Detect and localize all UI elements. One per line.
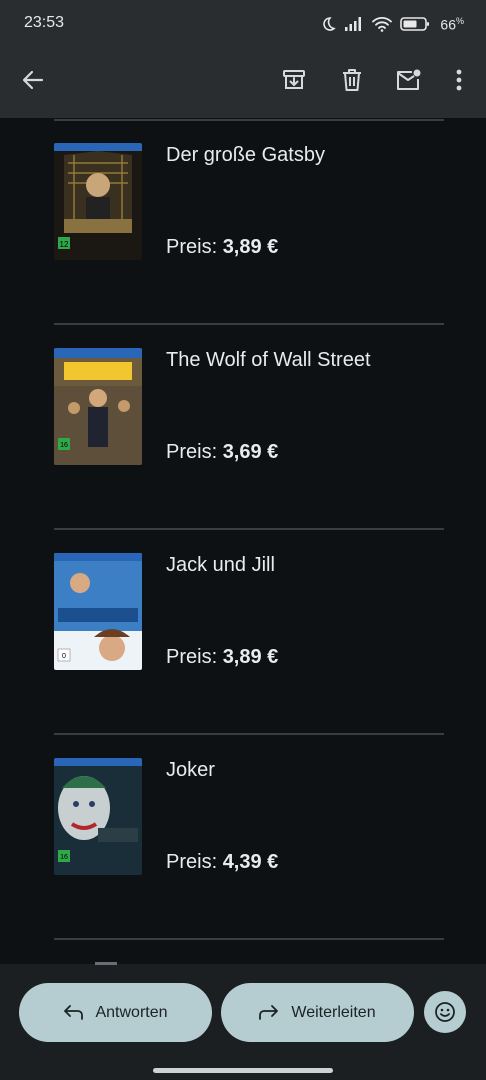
item-price: Preis: 3,89 €	[166, 646, 279, 668]
status-icons: 66%	[320, 12, 464, 36]
more-options-button[interactable]	[441, 62, 477, 98]
movie-cover-image: 0	[54, 553, 142, 670]
home-indicator[interactable]	[153, 1068, 333, 1073]
signal-icon	[345, 17, 362, 31]
reply-label: Antworten	[95, 1003, 168, 1021]
item-title: Jack und Jill	[166, 554, 275, 576]
item-title: Der große Gatsby	[166, 144, 325, 166]
forward-icon	[259, 1004, 279, 1020]
arrow-back-icon	[22, 70, 44, 90]
divider	[54, 938, 444, 940]
do-not-disturb-moon-icon	[323, 17, 337, 31]
forward-button[interactable]: Weiterleiten	[221, 983, 414, 1042]
item-price: Preis: 3,89 €	[166, 236, 279, 258]
wifi-icon	[372, 17, 393, 32]
movie-cover-image: 16	[54, 758, 142, 875]
emoji-icon	[435, 1002, 455, 1022]
reply-icon	[64, 1004, 84, 1020]
list-item[interactable]: 16 Joker Preis: 4,39 €	[0, 733, 486, 938]
reply-button[interactable]: Antworten	[19, 983, 212, 1042]
mark-unread-button[interactable]	[391, 62, 427, 98]
svg-text:16: 16	[60, 442, 68, 449]
item-title: The Wolf of Wall Street	[166, 349, 371, 371]
item-price: Preis: 3,69 €	[166, 441, 279, 463]
status-time: 23:53	[24, 14, 65, 31]
svg-text:0: 0	[62, 653, 66, 660]
list-item[interactable]: 0 Jack und Jill Preis: 3,89 €	[0, 528, 486, 733]
next-item-peek	[95, 962, 117, 965]
more-vert-icon	[456, 69, 462, 91]
list-item[interactable]: 12 Der große Gatsby Preis: 3,89 €	[0, 118, 486, 323]
svg-text:16: 16	[60, 854, 68, 861]
status-bar: 23:53 66%	[0, 0, 486, 48]
list-item[interactable]: 16 The Wolf of Wall Street Preis: 3,69 €	[0, 323, 486, 528]
mark-unread-icon	[397, 69, 421, 90]
back-button[interactable]	[15, 62, 51, 98]
item-price: Preis: 4,39 €	[166, 851, 279, 873]
trash-icon	[343, 69, 361, 91]
battery-icon	[400, 17, 430, 31]
archive-icon	[283, 70, 305, 89]
item-title: Joker	[166, 759, 215, 781]
movie-cover-image: 16	[54, 348, 142, 465]
emoji-reaction-button[interactable]	[424, 991, 466, 1033]
battery-percent: 66%	[440, 15, 464, 33]
movie-cover-image: 12	[54, 143, 142, 260]
delete-button[interactable]	[334, 62, 370, 98]
archive-button[interactable]	[276, 62, 312, 98]
svg-text:12: 12	[60, 240, 69, 249]
forward-label: Weiterleiten	[291, 1003, 376, 1021]
